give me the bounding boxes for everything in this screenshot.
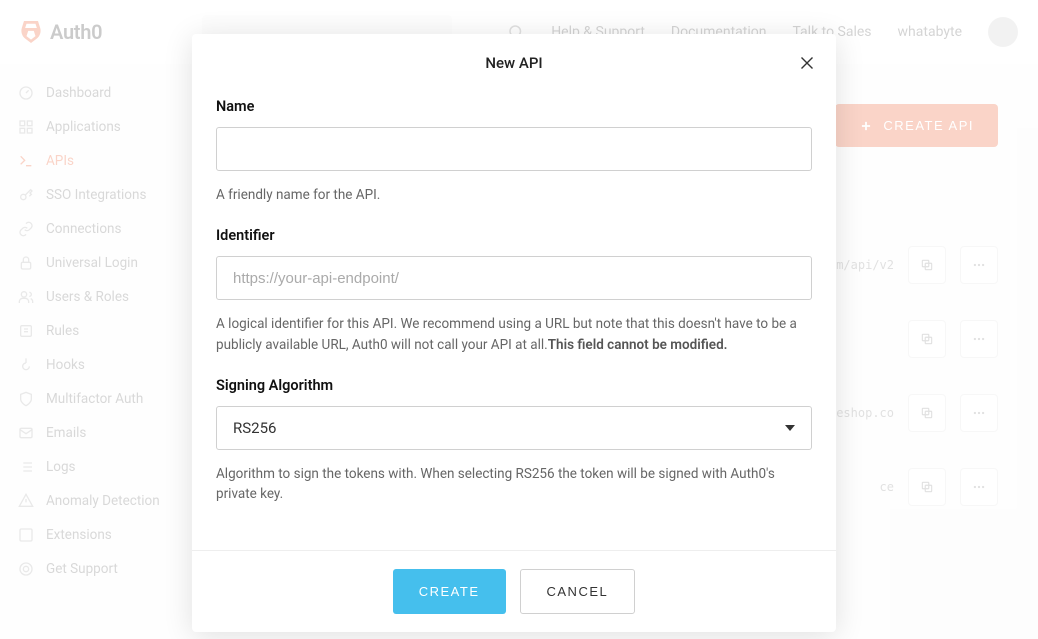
modal-footer: CREATE CANCEL — [192, 550, 836, 632]
identifier-hint: A logical identifier for this API. We re… — [216, 314, 812, 355]
identifier-hint-strong: This field cannot be modified. — [548, 337, 728, 353]
algorithm-select[interactable]: RS256 — [216, 406, 812, 450]
form-group-identifier: Identifier A logical identifier for this… — [216, 227, 812, 355]
cancel-button[interactable]: CANCEL — [520, 569, 636, 614]
algorithm-label: Signing Algorithm — [216, 377, 812, 394]
modal-body: Name A friendly name for the API. Identi… — [192, 92, 836, 550]
form-group-algorithm: Signing Algorithm RS256 Algorithm to sig… — [216, 377, 812, 505]
create-button[interactable]: CREATE — [393, 569, 506, 614]
algorithm-hint: Algorithm to sign the tokens with. When … — [216, 464, 812, 505]
modal-title: New API — [485, 54, 542, 72]
form-group-name: Name A friendly name for the API. — [216, 98, 812, 205]
name-hint: A friendly name for the API. — [216, 185, 812, 205]
algorithm-value: RS256 — [233, 419, 276, 437]
close-button[interactable] — [796, 52, 818, 74]
close-icon — [796, 52, 818, 74]
chevron-down-icon — [785, 425, 795, 431]
new-api-modal: New API Name A friendly name for the API… — [192, 34, 836, 632]
name-label: Name — [216, 98, 812, 115]
identifier-input[interactable] — [216, 256, 812, 300]
identifier-label: Identifier — [216, 227, 812, 244]
name-input[interactable] — [216, 127, 812, 171]
modal-header: New API — [192, 34, 836, 92]
